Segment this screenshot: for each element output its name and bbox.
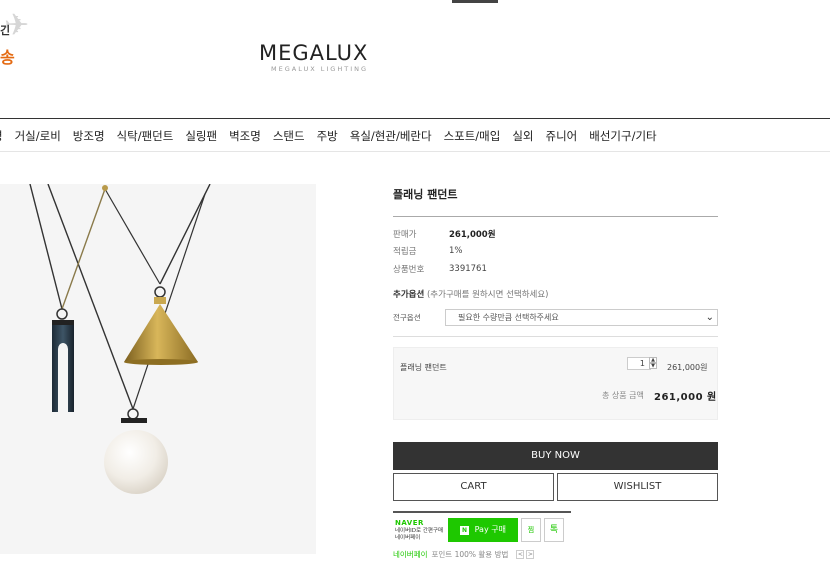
spec-row-code: 상품번호 3391761 <box>393 260 718 278</box>
point-label: 적립금 <box>393 247 417 258</box>
product-spec: 판매가 261,000원 적립금 1% 상품번호 3391761 <box>393 225 718 278</box>
total-price: 261,000 원 <box>654 391 717 403</box>
nav-item[interactable]: 주방 <box>317 128 338 144</box>
chevron-right-icon[interactable]: > <box>526 549 535 559</box>
product-info: 플래닝 팬던트 판매가 261,000원 적립금 1% 상품번호 3391761… <box>393 184 718 562</box>
option-heading: 추가옵션 (추가구매를 원하시면 선택하세요) <box>393 288 718 300</box>
nav-item[interactable]: 거실/로비 <box>15 128 61 144</box>
nav-item[interactable]: 식탁/팬던트 <box>117 128 174 144</box>
naver-pay-label: Pay 구매 <box>474 524 506 534</box>
spec-row-price: 판매가 261,000원 <box>393 225 718 243</box>
logo-main: MEGALUX <box>259 41 369 65</box>
point-value: 1% <box>449 246 463 257</box>
buy-now-button[interactable]: BUY NOW <box>393 441 718 470</box>
price-value: 261,000원 <box>449 229 496 240</box>
promo-banner[interactable]: ✈ 긴 송 <box>0 6 40 67</box>
code-label: 상품번호 <box>393 264 425 275</box>
option-label: 전구옵션 <box>393 312 421 322</box>
selected-item-price: 261,000원 <box>667 362 708 372</box>
nav-item[interactable]: 쥬니어 <box>546 128 578 144</box>
naver-desc-2: 네이버페이 <box>395 534 421 541</box>
code-value: 3391761 <box>449 263 487 274</box>
talk-chat-icon[interactable]: 톡 <box>544 517 564 542</box>
nav-item[interactable]: 실링팬 <box>185 128 217 144</box>
naver-desc: 네이버ID로 간편구매 네이버페이 <box>395 528 443 542</box>
pendant-lamp-illustration <box>29 184 211 494</box>
naver-pay-button[interactable]: N Pay 구매 <box>448 517 518 542</box>
nav-item[interactable]: 벽조명 <box>229 128 261 144</box>
npay-foot-brand[interactable]: 네이버페이 <box>393 549 428 560</box>
nav-item[interactable]: 명 <box>0 128 3 144</box>
site-logo[interactable]: MEGALUX MEGALUX LIGHTING <box>259 41 369 73</box>
quantity-input[interactable]: 1 <box>627 356 651 370</box>
product-title: 플래닝 팬던트 <box>393 186 718 217</box>
chevron-left-icon[interactable]: < <box>516 549 525 559</box>
option-select-value: 필요한 수량만큼 선택하주세요 <box>458 312 559 322</box>
spec-row-point: 적립금 1% <box>393 243 718 261</box>
wishlist-button[interactable]: WISHLIST <box>557 472 718 501</box>
naver-pay-widget: NAVER 네이버ID로 간편구매 네이버페이 N Pay 구매 찜 톡 <box>393 510 571 547</box>
nav-item[interactable]: 배선기구/기타 <box>589 128 656 144</box>
top-tab-indicator[interactable] <box>452 0 498 3</box>
promo-line-1: 긴 <box>0 24 11 37</box>
zzim-button[interactable]: 찜 <box>521 517 541 542</box>
cart-button[interactable]: CART <box>393 472 554 501</box>
npay-foot-text[interactable]: 포인트 100% 활용 방법 <box>432 549 509 560</box>
naver-n-icon: N <box>460 525 470 535</box>
nav-item[interactable]: 스포트/매입 <box>444 128 501 144</box>
product-image[interactable] <box>0 184 316 554</box>
chevron-down-icon: ⌄ <box>705 311 714 323</box>
naver-desc-1: 네이버ID로 간편구매 <box>395 527 444 534</box>
total-label: 총 상품 금액 <box>602 390 644 400</box>
option-select[interactable]: 필요한 수량만큼 선택하주세요 ⌄ <box>445 308 718 326</box>
selected-item-box: 플래닝 팬던트 1 ▲ ▼ 261,000원 총 상품 금액 261,000 원 <box>393 346 718 420</box>
secondary-buttons: CART WISHLIST <box>393 472 718 501</box>
main-nav: 명 거실/로비 방조명 식탁/팬던트 실링팬 벽조명 스탠드 주방 욕실/현관/… <box>0 118 830 152</box>
nav-item[interactable]: 스탠드 <box>273 128 305 144</box>
naver-brand: NAVER <box>395 518 424 527</box>
naver-pay-footer: 네이버페이 포인트 100% 활용 방법 < > <box>393 547 718 562</box>
nav-item[interactable]: 욕실/현관/베란다 <box>350 128 432 144</box>
option-row: 전구옵션 필요한 수량만큼 선택하주세요 ⌄ <box>393 308 718 337</box>
qty-down-icon[interactable]: ▼ <box>649 362 657 369</box>
price-label: 판매가 <box>393 229 417 240</box>
option-hint: (추가구매를 원하시면 선택하세요) <box>426 289 549 300</box>
option-title: 추가옵션 <box>393 289 425 300</box>
quantity-stepper[interactable]: ▲ ▼ <box>649 356 657 370</box>
selected-item-name: 플래닝 팬던트 <box>400 362 447 372</box>
nav-item[interactable]: 방조명 <box>73 128 105 144</box>
promo-line-2: 송 <box>0 48 15 67</box>
nav-item[interactable]: 실외 <box>512 128 533 144</box>
logo-sub: MEGALUX LIGHTING <box>271 65 369 73</box>
npay-foot-pager: < > <box>516 549 535 559</box>
